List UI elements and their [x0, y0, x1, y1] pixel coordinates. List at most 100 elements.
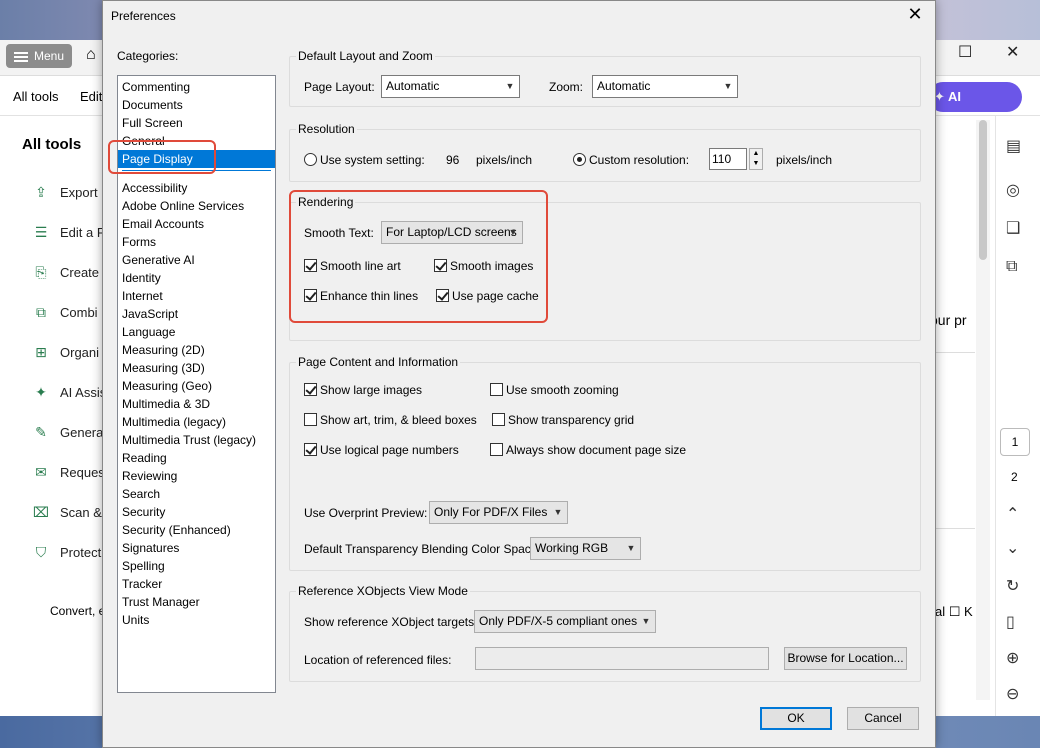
menu-button[interactable]: Menu	[6, 44, 72, 68]
category-item[interactable]: Units	[118, 611, 275, 629]
zoom-in-icon[interactable]: ⊕	[1006, 648, 1019, 668]
tab-all-tools[interactable]: All tools	[13, 89, 59, 104]
search-icon[interactable]: ◎	[1006, 180, 1020, 200]
smooth-text-select[interactable]: For Laptop/LCD screens ▼	[381, 221, 523, 244]
category-item[interactable]: JavaScript	[118, 305, 275, 323]
page-layout-label: Page Layout:	[304, 80, 375, 94]
category-item[interactable]: Identity	[118, 269, 275, 287]
spin-up-icon[interactable]: ▲	[750, 149, 762, 159]
spin-down-icon[interactable]: ▼	[750, 159, 762, 169]
logical-page-numbers-checkbox[interactable]: Use logical page numbers	[304, 442, 459, 458]
category-item[interactable]: Signatures	[118, 539, 275, 557]
rendering-group: Rendering Smooth Text: For Laptop/LCD sc…	[289, 195, 921, 341]
category-item[interactable]: Trust Manager	[118, 593, 275, 611]
tool-item[interactable]: ⌧ Scan &	[32, 504, 102, 524]
tool-item[interactable]: ⎘ Create	[32, 264, 99, 284]
bookmark-icon[interactable]: ❑	[1006, 218, 1020, 238]
location-input[interactable]	[475, 647, 769, 670]
category-item[interactable]: Security (Enhanced)	[118, 521, 275, 539]
category-item[interactable]: Accessibility	[118, 179, 275, 197]
category-item[interactable]: Multimedia & 3D	[118, 395, 275, 413]
maximize-icon[interactable]: ☐	[958, 42, 972, 62]
fit-page-icon[interactable]: ▯	[1006, 612, 1015, 632]
categories-list[interactable]: Commenting Documents Full Screen General Pag…	[117, 75, 276, 693]
smooth-images-checkbox[interactable]: Smooth images	[434, 258, 533, 274]
category-item[interactable]: Measuring (3D)	[118, 359, 275, 377]
transparency-grid-checkbox[interactable]: Show transparency grid	[492, 412, 634, 428]
category-item[interactable]: Multimedia Trust (legacy)	[118, 431, 275, 449]
browse-location-button[interactable]: Browse for Location...	[784, 647, 907, 670]
category-item[interactable]: Reading	[118, 449, 275, 467]
close-app-icon[interactable]: ✕	[1006, 42, 1019, 62]
cancel-button[interactable]: Cancel	[847, 707, 919, 730]
tool-item[interactable]: ✦ AI Assis	[32, 384, 106, 404]
category-separator	[122, 170, 271, 171]
category-item[interactable]: Multimedia (legacy)	[118, 413, 275, 431]
category-item[interactable]: Page Display	[118, 150, 275, 168]
location-label: Location of referenced files:	[304, 653, 452, 667]
category-item[interactable]: Documents	[118, 96, 275, 114]
category-item[interactable]: Full Screen	[118, 114, 275, 132]
tab-edit[interactable]: Edit	[80, 89, 102, 104]
chevron-down-icon[interactable]: ⌄	[1006, 538, 1019, 558]
right-toolbar	[995, 116, 1040, 716]
export-icon: ⇪	[35, 184, 47, 200]
category-item[interactable]: Measuring (Geo)	[118, 377, 275, 395]
zoom-out-icon[interactable]: ⊖	[1006, 684, 1019, 704]
category-item[interactable]: Adobe Online Services	[118, 197, 275, 215]
dialog-title: Preferences	[111, 9, 176, 23]
tool-item[interactable]: ⊞ Organi	[32, 344, 99, 364]
tool-item[interactable]: ✎ Genera	[32, 424, 103, 444]
tool-item[interactable]: ✉ Reques	[32, 464, 105, 484]
categories-label: Categories:	[117, 49, 179, 63]
category-item[interactable]: Language	[118, 323, 275, 341]
group-title: Reference XObjects View Mode	[296, 584, 470, 598]
use-page-cache-checkbox[interactable]: Use page cache	[436, 288, 539, 304]
current-page-field[interactable]: 1	[1000, 428, 1030, 456]
system-setting-radio[interactable]: Use system setting:	[304, 152, 425, 168]
category-item[interactable]: Commenting	[118, 78, 275, 96]
category-item[interactable]: Spelling	[118, 557, 275, 575]
chevron-up-icon[interactable]: ⌃	[1006, 504, 1019, 524]
ok-button[interactable]: OK	[760, 707, 832, 730]
category-item[interactable]: Search	[118, 485, 275, 503]
smooth-line-art-checkbox[interactable]: Smooth line art	[304, 258, 401, 274]
pages-icon[interactable]: ⧉	[1006, 258, 1017, 276]
category-item[interactable]: Forms	[118, 233, 275, 251]
chevron-down-icon: ▼	[641, 616, 651, 626]
scrollbar-thumb[interactable]	[979, 120, 987, 260]
show-page-size-checkbox[interactable]: Always show document page size	[490, 442, 686, 458]
custom-resolution-radio[interactable]: Custom resolution:	[573, 152, 689, 168]
home-icon[interactable]: ⌂	[86, 46, 96, 64]
tool-item[interactable]: ⧉ Combi	[32, 304, 98, 324]
category-item[interactable]: Reviewing	[118, 467, 275, 485]
overprint-select[interactable]: Only For PDF/X Files ▼	[429, 501, 568, 524]
comment-icon[interactable]: ▤	[1006, 136, 1021, 156]
blending-select[interactable]: Working RGB ▼	[530, 537, 641, 560]
generate-icon: ✎	[35, 424, 47, 440]
category-item[interactable]: Measuring (2D)	[118, 341, 275, 359]
blending-label: Default Transparency Blending Color Spac…	[304, 542, 541, 556]
smooth-zooming-checkbox[interactable]: Use smooth zooming	[490, 382, 619, 398]
ai-assistant-button[interactable]: ✦ AI Assistant	[928, 82, 1022, 134]
show-large-images-checkbox[interactable]: Show large images	[304, 382, 422, 398]
category-item[interactable]: Email Accounts	[118, 215, 275, 233]
rotate-icon[interactable]: ↻	[1006, 576, 1019, 596]
tool-item[interactable]: ☰ Edit a P	[32, 224, 106, 244]
category-item[interactable]: Tracker	[118, 575, 275, 593]
tool-item[interactable]: ⇪ Export	[32, 184, 97, 204]
category-item[interactable]: Internet	[118, 287, 275, 305]
close-icon[interactable]: ✕	[903, 4, 927, 25]
chevron-down-icon: ▼	[723, 81, 733, 91]
document-scrollbar[interactable]	[976, 120, 990, 700]
category-item[interactable]: Security	[118, 503, 275, 521]
category-item[interactable]: General	[118, 132, 275, 150]
zoom-select[interactable]: Automatic ▼	[592, 75, 738, 98]
category-item[interactable]: Generative AI	[118, 251, 275, 269]
show-art-trim-checkbox[interactable]: Show art, trim, & bleed boxes	[304, 412, 477, 428]
custom-resolution-input[interactable]: 110	[709, 148, 747, 170]
page-layout-select[interactable]: Automatic ▼	[381, 75, 520, 98]
tool-item[interactable]: ⛉ Protect	[32, 544, 101, 564]
xobject-targets-select[interactable]: Only PDF/X-5 compliant ones ▼	[474, 610, 656, 633]
enhance-thin-lines-checkbox[interactable]: Enhance thin lines	[304, 288, 418, 304]
